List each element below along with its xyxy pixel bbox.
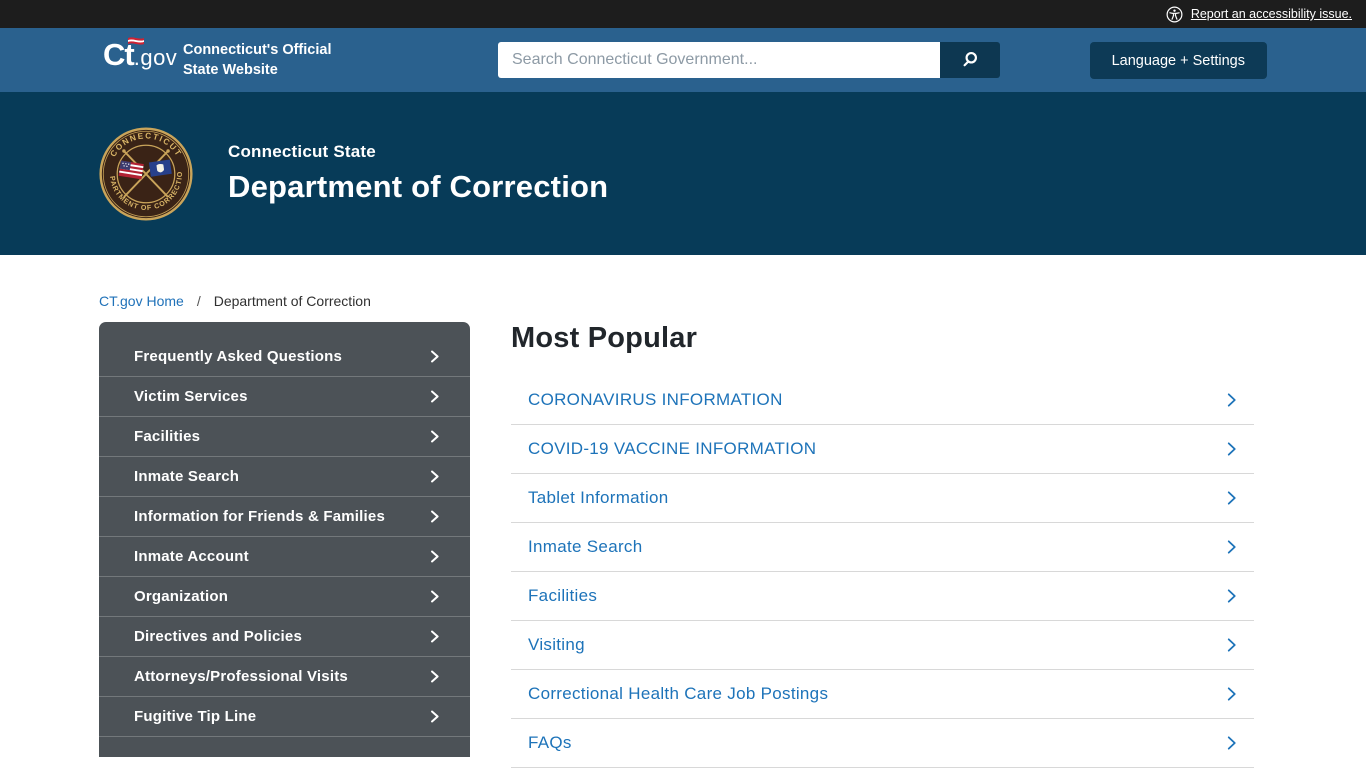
agency-banner: CONNECTICUT DEPARTMENT OF CORRECTION Con… [0, 92, 1366, 255]
logo-flag-icon [127, 35, 145, 53]
chevron-right-icon [1222, 391, 1240, 409]
sidebar-item-label: Victim Services [134, 388, 248, 405]
link-label: Visiting [528, 635, 585, 655]
content-area: CT.gov Home / Department of Correction F… [99, 293, 1254, 768]
chevron-right-icon [1222, 734, 1240, 752]
chevron-right-icon [427, 429, 442, 444]
link-row-tablet-information[interactable]: Tablet Information [511, 474, 1254, 523]
link-label: CORONAVIRUS INFORMATION [528, 390, 783, 410]
content-columns: Frequently Asked Questions Victim Servic… [99, 322, 1254, 768]
sidebar-item-label: Information for Friends & Families [134, 508, 385, 525]
site-search [498, 42, 1000, 78]
breadcrumb: CT.gov Home / Department of Correction [99, 293, 1254, 309]
link-row-coronavirus-information[interactable]: CORONAVIRUS INFORMATION [511, 376, 1254, 425]
accessibility-icon [1166, 6, 1183, 23]
sidebar-item-organization[interactable]: Organization [99, 577, 470, 617]
link-label: Inmate Search [528, 537, 642, 557]
sidebar-item-attorneys-professional-visits[interactable]: Attorneys/Professional Visits [99, 657, 470, 697]
agency-parent: Connecticut State [228, 142, 608, 162]
breadcrumb-home-link[interactable]: CT.gov Home [99, 293, 184, 309]
sidebar-item-label: Attorneys/Professional Visits [134, 668, 348, 685]
sidebar-item-label: Directives and Policies [134, 628, 302, 645]
chevron-right-icon [427, 669, 442, 684]
chevron-right-icon [427, 549, 442, 564]
most-popular-list: CORONAVIRUS INFORMATION COVID-19 VACCINE… [511, 376, 1254, 768]
page: Report an accessibility issue. Ct .gov C… [0, 0, 1366, 768]
chevron-right-icon [427, 509, 442, 524]
search-input[interactable] [498, 42, 940, 78]
sidebar-item-fugitive-tip-line[interactable]: Fugitive Tip Line [99, 697, 470, 737]
sidebar-item-label: Organization [134, 588, 228, 605]
chevron-right-icon [1222, 489, 1240, 507]
ctgov-logo[interactable]: Ct .gov [103, 39, 177, 70]
accessibility-bar: Report an accessibility issue. [0, 0, 1366, 28]
sidebar-item-label: Fugitive Tip Line [134, 708, 256, 725]
chevron-right-icon [1222, 636, 1240, 654]
agency-title-block: Connecticut State Department of Correcti… [228, 142, 608, 205]
page-title: Most Popular [511, 322, 1254, 355]
link-label: COVID-19 VACCINE INFORMATION [528, 439, 816, 459]
search-icon [960, 49, 980, 72]
site-tagline: Connecticut's Official State Website [183, 41, 331, 80]
sidebar-item-inmate-account[interactable]: Inmate Account [99, 537, 470, 577]
sidebar-item-label: Frequently Asked Questions [134, 348, 342, 365]
site-header: Ct .gov Connecticut's Official State Web… [0, 28, 1366, 92]
tagline-line2: State Website [183, 61, 331, 81]
sidebar-item-label: Inmate Search [134, 468, 239, 485]
search-button[interactable] [940, 42, 1000, 78]
chevron-right-icon [1222, 538, 1240, 556]
chevron-right-icon [1222, 440, 1240, 458]
link-row-correctional-health-care-job-postings[interactable]: Correctional Health Care Job Postings [511, 670, 1254, 719]
breadcrumb-current: Department of Correction [214, 293, 371, 309]
sidebar-item-directives-and-policies[interactable]: Directives and Policies [99, 617, 470, 657]
link-row-facilities[interactable]: Facilities [511, 572, 1254, 621]
link-label: Correctional Health Care Job Postings [528, 684, 828, 704]
tagline-line1: Connecticut's Official [183, 41, 331, 61]
link-row-covid-19-vaccine-information[interactable]: COVID-19 VACCINE INFORMATION [511, 425, 1254, 474]
chevron-right-icon [427, 629, 442, 644]
breadcrumb-separator: / [197, 293, 201, 309]
report-accessibility-link[interactable]: Report an accessibility issue. [1191, 7, 1352, 21]
sidebar-item-label: Facilities [134, 428, 200, 445]
chevron-right-icon [427, 349, 442, 364]
chevron-right-icon [427, 469, 442, 484]
sidebar-nav: Frequently Asked Questions Victim Servic… [99, 322, 470, 757]
sidebar-item-frequently-asked-questions[interactable]: Frequently Asked Questions [99, 337, 470, 377]
chevron-right-icon [1222, 685, 1240, 703]
chevron-right-icon [427, 389, 442, 404]
sidebar-item-facilities[interactable]: Facilities [99, 417, 470, 457]
chevron-right-icon [427, 709, 442, 724]
chevron-right-icon [1222, 587, 1240, 605]
sidebar-item-information-for-friends-families[interactable]: Information for Friends & Families [99, 497, 470, 537]
sidebar-item-inmate-search[interactable]: Inmate Search [99, 457, 470, 497]
language-settings-button[interactable]: Language + Settings [1090, 42, 1267, 79]
link-label: FAQs [528, 733, 572, 753]
link-row-inmate-search[interactable]: Inmate Search [511, 523, 1254, 572]
link-row-faqs[interactable]: FAQs [511, 719, 1254, 768]
link-label: Tablet Information [528, 488, 669, 508]
sidebar-item-victim-services[interactable]: Victim Services [99, 377, 470, 417]
link-row-visiting[interactable]: Visiting [511, 621, 1254, 670]
sidebar-item-label: Inmate Account [134, 548, 249, 565]
link-label: Facilities [528, 586, 597, 606]
agency-name: Department of Correction [228, 169, 608, 205]
main-content: Most Popular CORONAVIRUS INFORMATION COV… [511, 322, 1254, 768]
chevron-right-icon [427, 589, 442, 604]
department-seal: CONNECTICUT DEPARTMENT OF CORRECTION [98, 126, 194, 222]
